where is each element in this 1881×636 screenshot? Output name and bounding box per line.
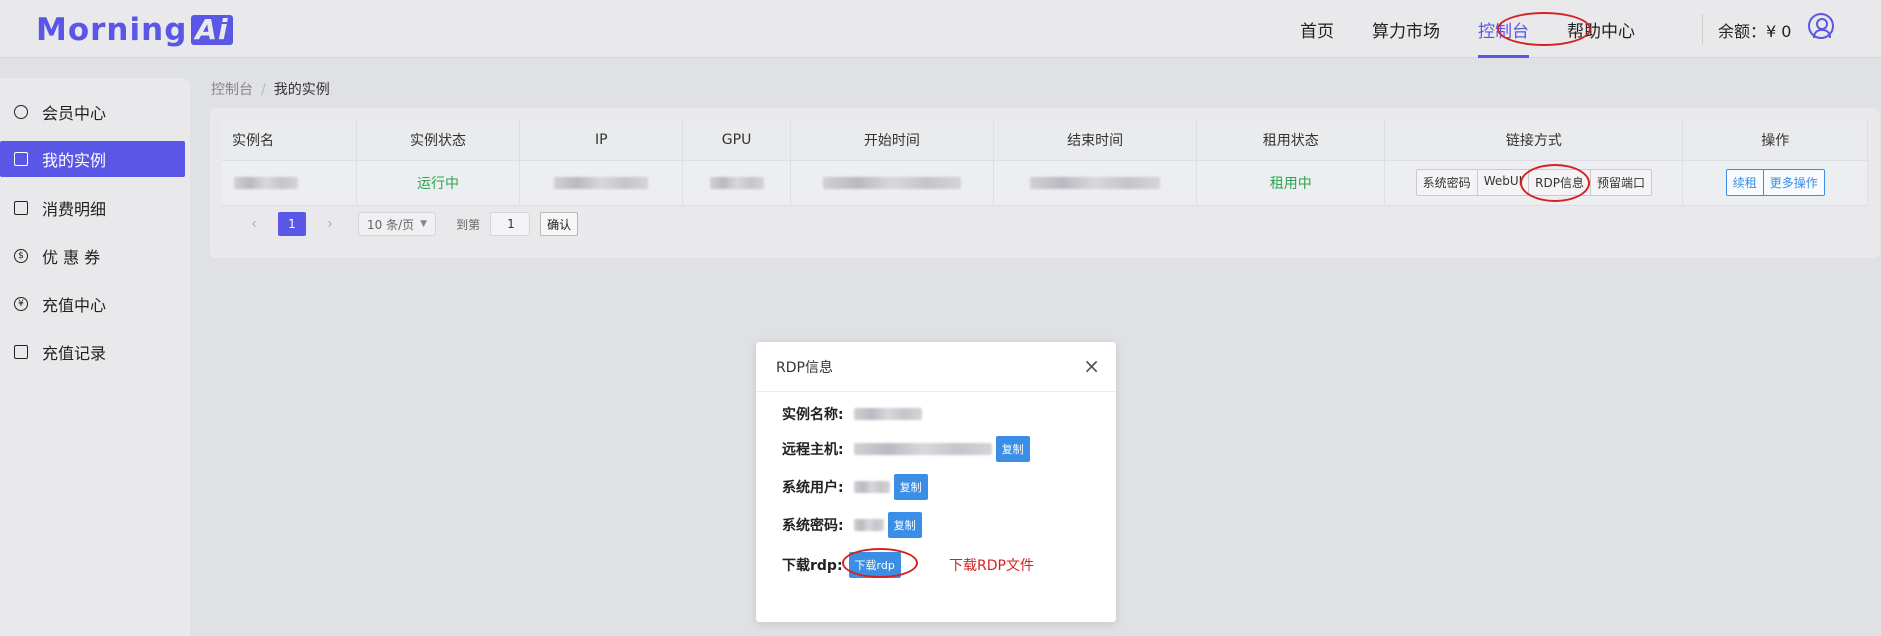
col-header-name: 实例名 [222, 120, 357, 160]
instances-table: 实例名 实例状态 IP GPU 开始时间 结束时间 租用状态 链接方式 操作 运… [222, 120, 1868, 206]
redacted-value [822, 176, 961, 189]
clipboard-icon [14, 345, 28, 359]
dialog-row-instance-name: 实例名称: [782, 404, 922, 424]
sidebar-item-records[interactable]: 充值记录 [0, 334, 185, 370]
dialog-label: 系统密码: [782, 518, 844, 534]
chevron-down-icon: ▼ [420, 219, 428, 229]
balance-text: 余额：¥ 0 [1718, 22, 1792, 41]
sidebar-item-billing[interactable]: 消费明细 [0, 190, 185, 226]
sidebar: 会员中心 我的实例 消费明细 $ 优 惠 券 ¥ 充值中心 充值记录 [0, 78, 190, 636]
copy-password-button[interactable]: 复制 [887, 512, 922, 538]
dialog-label: 远程主机: [782, 442, 844, 458]
table-row: 运行中 租用中 系统密码 WebUI RDP信息 预留端口 续租 更多操作 [222, 159, 1868, 206]
system-password-button[interactable]: 系统密码 [1417, 170, 1478, 195]
coupon-icon: $ [14, 249, 28, 263]
sidebar-item-instances[interactable]: 我的实例 [0, 141, 185, 177]
cell-name [222, 159, 357, 206]
user-icon [14, 105, 28, 119]
logo-ai: Ai [191, 15, 233, 45]
sidebar-item-recharge[interactable]: ¥ 充值中心 [0, 286, 185, 322]
sidebar-item-member[interactable]: 会员中心 [0, 94, 185, 130]
next-page-button[interactable]: › [320, 216, 340, 232]
table-header-row: 实例名 实例状态 IP GPU 开始时间 结束时间 租用状态 链接方式 操作 [222, 120, 1868, 160]
col-header-actions: 操作 [1682, 120, 1868, 160]
annotation-ellipse-download [842, 548, 918, 578]
nav-home[interactable]: 首页 [1300, 0, 1334, 58]
sidebar-item-label: 充值中心 [42, 296, 107, 315]
col-header-rent-status: 租用状态 [1196, 120, 1386, 160]
breadcrumb: 控制台 / 我的实例 [211, 79, 330, 99]
redacted-value [853, 443, 992, 455]
redacted-value [853, 408, 922, 420]
sidebar-item-label: 消费明细 [42, 200, 107, 219]
avatar-icon[interactable] [1808, 13, 1834, 39]
cell-rent-status: 租用中 [1196, 159, 1386, 206]
dialog-row-system-user: 系统用户: 复制 [782, 474, 928, 500]
cube-icon [14, 152, 28, 166]
redacted-value [853, 481, 890, 493]
cell-ip [519, 159, 684, 206]
copy-user-button[interactable]: 复制 [893, 474, 928, 500]
sidebar-item-label: 会员中心 [42, 104, 107, 123]
logo-text: Morning [36, 12, 188, 48]
yen-icon: ¥ [14, 297, 28, 311]
page-size-select[interactable]: 10 条/页 ▼ [358, 212, 437, 236]
copy-host-button[interactable]: 复制 [995, 436, 1030, 462]
cell-start-time [790, 159, 995, 206]
col-header-start-time: 开始时间 [790, 120, 995, 160]
redacted-value [853, 519, 884, 531]
page-number-button[interactable]: 1 [278, 212, 306, 236]
renew-button[interactable]: 续租 [1727, 170, 1764, 195]
prev-page-button[interactable]: ‹ [244, 216, 264, 232]
document-icon [14, 201, 28, 215]
cell-status: 运行中 [356, 159, 521, 206]
more-actions-button[interactable]: 更多操作 [1764, 170, 1824, 195]
reserved-port-button[interactable]: 预留端口 [1591, 170, 1651, 195]
goto-label: 到第 [456, 217, 481, 232]
cell-actions: 续租 更多操作 [1682, 159, 1868, 206]
page-size-value: 10 条/页 [367, 217, 415, 232]
instances-panel: 实例名 实例状态 IP GPU 开始时间 结束时间 租用状态 链接方式 操作 运… [210, 108, 1880, 258]
dialog-label: 系统用户: [782, 480, 844, 496]
breadcrumb-current: 我的实例 [273, 82, 330, 98]
col-header-link: 链接方式 [1384, 120, 1684, 160]
cell-gpu [682, 159, 791, 206]
sidebar-item-label: 充值记录 [42, 344, 107, 363]
dialog-label: 实例名称: [782, 407, 844, 423]
breadcrumb-separator: / [261, 82, 266, 98]
annotation-ellipse-rdp-info [1520, 164, 1590, 202]
nav-divider [1702, 14, 1703, 44]
dialog-row-remote-host: 远程主机: 复制 [782, 436, 1030, 462]
dialog-title: RDP信息 [756, 342, 1116, 392]
sidebar-item-coupon[interactable]: $ 优 惠 券 [0, 238, 185, 274]
col-header-ip: IP [519, 120, 684, 160]
action-button-group: 续租 更多操作 [1725, 169, 1825, 196]
cell-end-time [993, 159, 1198, 206]
dialog-row-system-password: 系统密码: 复制 [782, 512, 922, 538]
breadcrumb-root[interactable]: 控制台 [211, 82, 253, 98]
nav-market[interactable]: 算力市场 [1372, 0, 1440, 58]
main-nav: 首页 算力市场 控制台 帮助中心 [1300, 0, 1673, 58]
redacted-value [554, 176, 649, 189]
goto-page-input[interactable]: 1 [490, 212, 531, 236]
dialog-label: 下载rdp: [782, 558, 843, 574]
close-icon[interactable]: × [1083, 356, 1100, 376]
annotation-ellipse-console [1497, 12, 1591, 46]
annotation-text: 下载RDP文件 [949, 558, 1034, 574]
sidebar-item-label: 优 惠 券 [42, 248, 101, 267]
sidebar-item-label: 我的实例 [42, 151, 107, 170]
rdp-info-dialog: RDP信息 × 实例名称: 远程主机: 复制 系统用户: 复制 系统密码: 复制… [756, 342, 1116, 622]
col-header-status: 实例状态 [356, 120, 521, 160]
redacted-value [234, 176, 298, 189]
col-header-gpu: GPU [682, 120, 791, 160]
col-header-end-time: 结束时间 [993, 120, 1198, 160]
redacted-value [1030, 176, 1161, 189]
redacted-value [709, 176, 764, 189]
goto-confirm-button[interactable]: 确认 [540, 212, 579, 236]
top-header: Morning Ai 首页 算力市场 控制台 帮助中心 余额：¥ 0 [0, 0, 1881, 58]
logo[interactable]: Morning Ai [36, 12, 233, 48]
pagination: ‹ 1 › 10 条/页 ▼ 到第 1 确认 [244, 212, 579, 236]
